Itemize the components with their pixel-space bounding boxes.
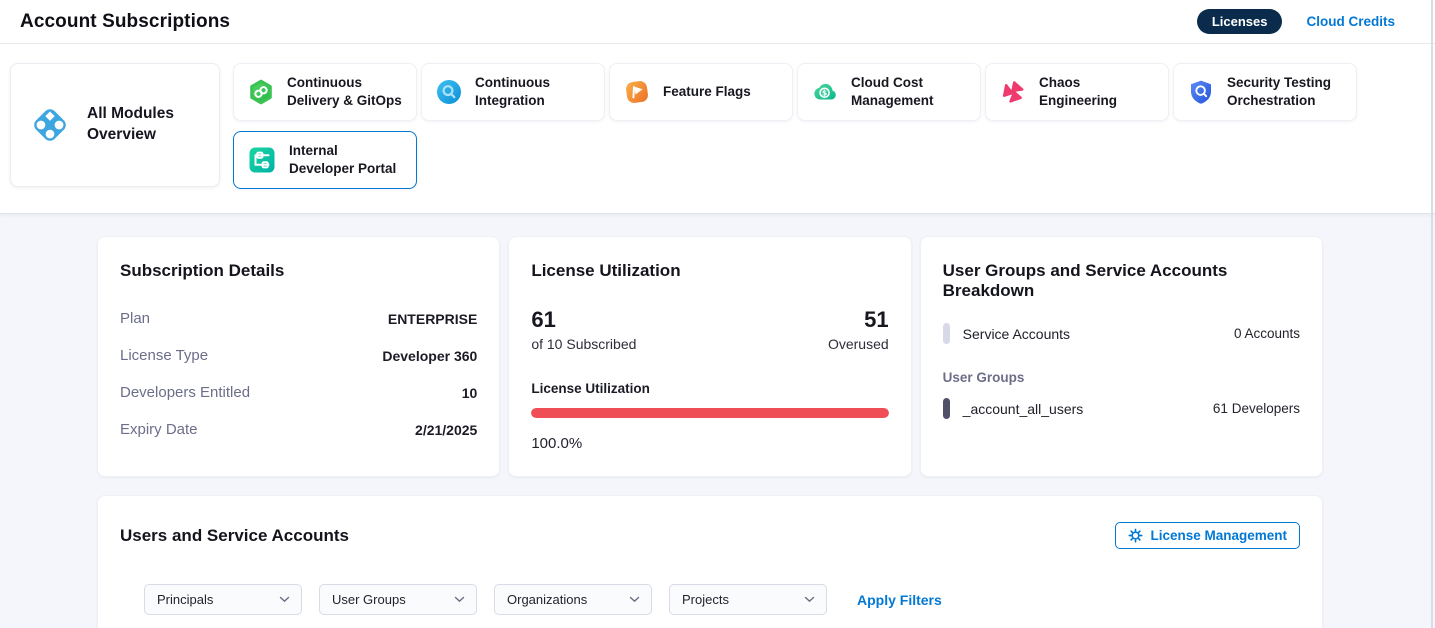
detail-label: License Type <box>120 347 208 364</box>
detail-value: ENTERPRISE <box>388 311 477 327</box>
chevron-down-icon <box>804 596 815 603</box>
user-groups-heading: User Groups <box>943 370 1300 385</box>
module-label: Cloud Cost Management <box>851 74 967 109</box>
apply-filters-link[interactable]: Apply Filters <box>857 592 942 608</box>
service-accounts-marker <box>943 323 950 344</box>
detail-row-expiry-date: Expiry Date 2/21/2025 <box>120 411 477 448</box>
utilization-stats-row: 61 of 10 Subscribed 51 Overused <box>531 307 888 352</box>
chevron-down-icon <box>454 596 465 603</box>
summary-cards-row: Subscription Details Plan ENTERPRISE Lic… <box>97 236 1323 477</box>
service-accounts-value: 0 Accounts <box>1234 326 1300 341</box>
detail-row-license-type: License Type Developer 360 <box>120 337 477 374</box>
module-label: Continuous Integration <box>475 74 591 109</box>
header-tabs: Licenses Cloud Credits <box>1197 9 1395 34</box>
used-stat: 61 of 10 Subscribed <box>531 307 636 352</box>
detail-row-plan: Plan ENTERPRISE <box>120 300 477 337</box>
user-group-row: _account_all_users 61 Developers <box>943 398 1300 419</box>
page-title: Account Subscriptions <box>20 11 230 33</box>
principals-filter-dropdown[interactable]: Principals <box>144 584 302 615</box>
module-card-feature-flags[interactable]: Feature Flags <box>609 63 793 121</box>
utilization-meter-label: License Utilization <box>531 381 888 396</box>
module-label: Chaos Engineering <box>1039 74 1155 109</box>
module-label: Internal Developer Portal <box>289 142 403 177</box>
module-card-internal-developer-portal[interactable]: Internal Developer Portal <box>233 131 417 189</box>
detail-row-developers-entitled: Developers Entitled 10 <box>120 374 477 411</box>
cd-gitops-icon <box>247 78 275 106</box>
svg-text:$: $ <box>822 89 828 98</box>
users-card-title: Users and Service Accounts <box>120 526 349 546</box>
license-utilization-card: License Utilization 61 of 10 Subscribed … <box>508 236 911 477</box>
module-label: Continuous Delivery & GitOps <box>287 74 403 109</box>
all-modules-overview-label: All Modules Overview <box>87 104 204 146</box>
gear-icon <box>1128 528 1143 543</box>
overused-caption: Overused <box>828 336 889 352</box>
security-testing-icon <box>1187 78 1215 106</box>
module-label: Security Testing Orchestration <box>1227 74 1343 109</box>
filter-label: User Groups <box>332 592 406 607</box>
detail-label: Developers Entitled <box>120 384 250 401</box>
user-groups-filter-dropdown[interactable]: User Groups <box>319 584 477 615</box>
license-management-button[interactable]: License Management <box>1115 522 1300 549</box>
used-count: 61 <box>531 307 636 333</box>
internal-developer-portal-icon <box>247 145 277 175</box>
module-label: Feature Flags <box>663 83 751 101</box>
licenses-tab[interactable]: Licenses <box>1197 9 1283 34</box>
users-service-accounts-card: Users and Service Accounts <box>97 495 1323 628</box>
chevron-down-icon <box>279 596 290 603</box>
feature-flags-icon <box>623 78 651 106</box>
license-utilization-title: License Utilization <box>531 261 888 281</box>
module-grid: Continuous Delivery & GitOps Continuous … <box>233 63 1365 189</box>
cloud-credits-tab[interactable]: Cloud Credits <box>1306 14 1395 29</box>
organizations-filter-dropdown[interactable]: Organizations <box>494 584 652 615</box>
subscription-detail-rows: Plan ENTERPRISE License Type Developer 3… <box>120 300 477 448</box>
chaos-engineering-icon <box>999 78 1027 106</box>
license-management-label: License Management <box>1150 528 1287 543</box>
main-content: Subscription Details Plan ENTERPRISE Lic… <box>0 214 1435 628</box>
module-card-chaos-engineering[interactable]: Chaos Engineering <box>985 63 1169 121</box>
detail-value: Developer 360 <box>382 348 477 364</box>
continuous-integration-icon <box>435 78 463 106</box>
detail-value: 10 <box>462 385 478 401</box>
modules-band: All Modules Overview Continuous Delivery… <box>0 44 1435 214</box>
subscription-details-card: Subscription Details Plan ENTERPRISE Lic… <box>97 236 500 477</box>
overused-count: 51 <box>828 307 889 333</box>
detail-label: Expiry Date <box>120 421 198 438</box>
detail-value: 2/21/2025 <box>415 422 477 438</box>
service-accounts-row: Service Accounts 0 Accounts <box>943 323 1300 344</box>
utilization-meter-track <box>531 408 888 418</box>
all-modules-overview-card[interactable]: All Modules Overview <box>10 63 220 187</box>
overused-stat: 51 Overused <box>828 307 889 352</box>
filter-label: Organizations <box>507 592 587 607</box>
filters-row: Principals User Groups Organizations Pro… <box>144 584 1300 615</box>
module-card-cd-gitops[interactable]: Continuous Delivery & GitOps <box>233 63 417 121</box>
module-card-security-testing[interactable]: Security Testing Orchestration <box>1173 63 1357 121</box>
filter-label: Principals <box>157 592 213 607</box>
module-card-continuous-integration[interactable]: Continuous Integration <box>421 63 605 121</box>
module-card-cloud-cost[interactable]: $ Cloud Cost Management <box>797 63 981 121</box>
utilization-percent: 100.0% <box>531 435 888 452</box>
user-group-marker <box>943 398 950 419</box>
utilization-meter-fill <box>531 408 888 418</box>
subscription-details-title: Subscription Details <box>120 261 477 281</box>
page-header: Account Subscriptions Licenses Cloud Cre… <box>0 0 1435 44</box>
cloud-cost-icon: $ <box>811 78 839 106</box>
chevron-down-icon <box>629 596 640 603</box>
detail-label: Plan <box>120 310 150 327</box>
breakdown-title: User Groups and Service Accounts Breakdo… <box>943 261 1300 301</box>
projects-filter-dropdown[interactable]: Projects <box>669 584 827 615</box>
page-right-edge <box>1431 0 1433 628</box>
service-accounts-label: Service Accounts <box>963 326 1234 342</box>
user-group-value: 61 Developers <box>1213 401 1300 416</box>
all-modules-icon <box>26 101 74 149</box>
user-groups-breakdown-card: User Groups and Service Accounts Breakdo… <box>920 236 1323 477</box>
used-caption: of 10 Subscribed <box>531 336 636 352</box>
filter-label: Projects <box>682 592 729 607</box>
users-card-header: Users and Service Accounts <box>120 522 1300 549</box>
user-group-name: _account_all_users <box>963 401 1213 417</box>
